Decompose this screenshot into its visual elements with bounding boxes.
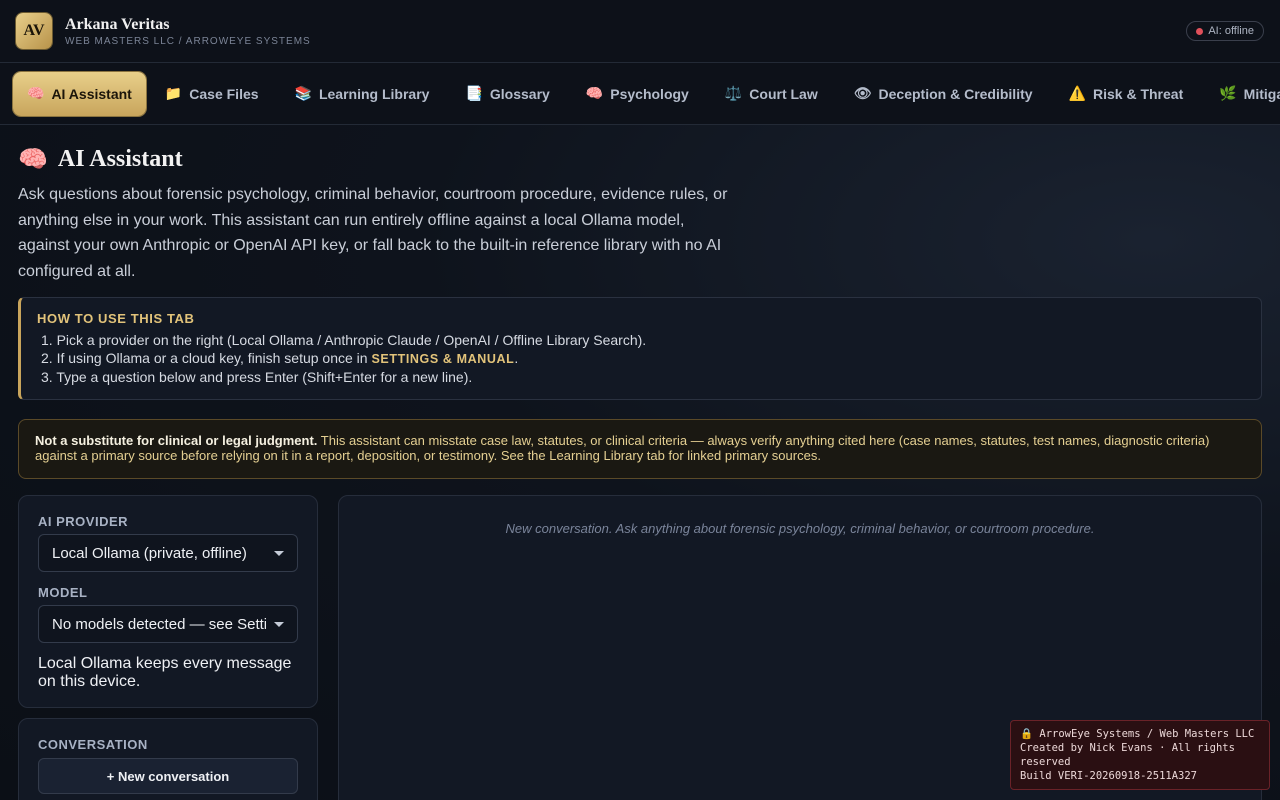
tab-case-files[interactable]: 📁 Case Files [148, 72, 276, 116]
books-icon: 📚 [294, 85, 312, 101]
provider-selected: Local Ollama (private, offline) [52, 544, 247, 562]
page-intro: Ask questions about forensic psychology,… [18, 186, 728, 280]
herb-icon: 🌿 [1219, 85, 1237, 101]
how-to-title: HOW TO USE THIS TAB [37, 311, 195, 326]
tab-label: Court Law [749, 85, 818, 102]
tab-glossary[interactable]: 📑 Glossary [448, 72, 566, 116]
how-to-step-text: . [514, 350, 519, 366]
brand: Arkana Veritas WEB MASTERS LLC / ARROWEY… [65, 16, 311, 47]
tab-label: Mitigation [1243, 85, 1280, 102]
tab-ai-assistant[interactable]: 🧠 AI Assistant [13, 71, 146, 116]
status-dot-icon [1196, 27, 1204, 35]
new-conversation-button[interactable]: + New conversation [38, 758, 298, 794]
tab-label: Glossary [489, 85, 550, 102]
provider-label: AI PROVIDER [38, 514, 129, 529]
disclaimer-bold: Not a substitute for clinical or legal j… [35, 433, 318, 448]
tab-court-law[interactable]: ⚖️ Court Law [708, 72, 835, 116]
model-selected: No models detected — see Settings [52, 615, 266, 633]
brain-icon: 🧠 [18, 146, 48, 173]
tab-mitigation[interactable]: 🌿 Mitigation [1202, 72, 1280, 116]
tab-label: Risk & Threat [1092, 85, 1184, 102]
conversation-label: CONVERSATION [38, 737, 148, 752]
model-select[interactable]: No models detected — see Settings [38, 605, 298, 643]
tab-psychology[interactable]: 🧠 Psychology [569, 72, 706, 116]
tab-deception-credibility[interactable]: 👁 Deception & Credibility [837, 72, 1050, 116]
app-logo: AV [16, 13, 52, 49]
how-to-panel: HOW TO USE THIS TAB 1. Pick a provider o… [18, 297, 1262, 400]
scales-icon: ⚖️ [724, 85, 743, 101]
how-to-step: 1. Pick a provider on the right (Local O… [41, 332, 647, 348]
provider-select[interactable]: Local Ollama (private, offline) [38, 534, 298, 572]
provider-note: Local Ollama keeps every message on this… [38, 655, 292, 690]
assistant-sidebar: AI PROVIDER Local Ollama (private, offli… [18, 495, 318, 800]
copyright-line: Created by Nick Evans · All rights reser… [1020, 742, 1235, 768]
how-to-step-text: 2. If using Ollama or a cloud key, finis… [41, 350, 372, 366]
brain-icon: 🧠 [585, 85, 604, 101]
brain-icon: 🧠 [27, 85, 45, 101]
chat-empty-state: New conversation. Ask anything about for… [505, 521, 1095, 536]
tab-label: Learning Library [318, 85, 430, 102]
how-to-step: 2. If using Ollama or a cloud key, finis… [37, 349, 1245, 368]
conversation-card: CONVERSATION + New conversation [18, 718, 318, 800]
model-label: MODEL [38, 585, 88, 600]
tab-label: AI Assistant [51, 85, 132, 102]
settings-manual-link[interactable]: SETTINGS & MANUAL [371, 352, 514, 366]
tab-learning-library[interactable]: 📚 Learning Library [278, 72, 447, 116]
folder-icon: 📁 [164, 85, 183, 101]
chevron-down-icon [274, 622, 284, 627]
build-line: Build VERI-20260918-2511A327 [1020, 770, 1198, 782]
eye-icon: 👁 [853, 85, 872, 101]
ai-status-badge[interactable]: AI: offline [1186, 21, 1264, 41]
tab-label: Psychology [610, 85, 689, 102]
main-content: 🧠 AI Assistant Ask questions about foren… [0, 125, 1280, 800]
disclaimer-banner: Not a substitute for clinical or legal j… [18, 419, 1262, 479]
copyright-badge: 🔒 ArrowEye Systems / Web Masters LLC Cre… [1010, 720, 1270, 790]
page-title-text: AI Assistant [57, 145, 183, 172]
provider-card: AI PROVIDER Local Ollama (private, offli… [18, 495, 318, 708]
ai-status-label: AI: offline [1208, 25, 1254, 37]
chevron-down-icon [274, 551, 284, 556]
app-header: AV Arkana Veritas WEB MASTERS LLC / ARRO… [0, 0, 1280, 63]
tab-bar: 🧠 AI Assistant 📁 Case Files 📚 Learning Libr… [0, 63, 1280, 125]
bookmark-tabs-icon: 📑 [465, 85, 483, 101]
tab-risk-threat[interactable]: ⚠️ Risk & Threat [1052, 72, 1201, 116]
tab-label: Deception & Credibility [878, 85, 1033, 102]
page-title: 🧠 AI Assistant [18, 144, 1262, 174]
tab-label: Case Files [189, 85, 259, 102]
warning-icon: ⚠️ [1068, 85, 1086, 101]
copyright-line: 🔒 ArrowEye Systems / Web Masters LLC [1020, 728, 1255, 740]
how-to-steps: 1. Pick a provider on the right (Local O… [37, 331, 1245, 386]
app-subtitle: WEB MASTERS LLC / ARROWEYE SYSTEMS [65, 35, 311, 47]
app-name: Arkana Veritas [65, 15, 170, 33]
how-to-step: 3. Type a question below and press Enter… [41, 369, 473, 385]
